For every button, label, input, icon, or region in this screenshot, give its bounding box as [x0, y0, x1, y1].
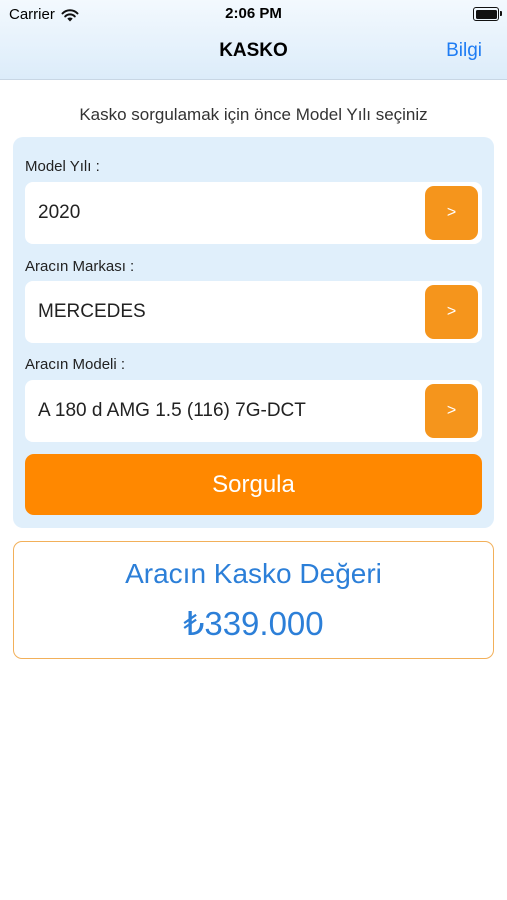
model-select-button[interactable]: > [425, 384, 478, 438]
navigation-bar: Carrier 2:06 PM KASKO Bilgi [0, 0, 507, 80]
brand-select-button[interactable]: > [425, 285, 478, 339]
model-year-label: Model Yılı : [25, 158, 100, 175]
battery-level [475, 9, 497, 19]
brand-value: MERCEDES [38, 301, 146, 322]
page-title: KASKO [219, 40, 288, 61]
model-label: Aracın Modeli : [25, 356, 126, 373]
result-title: Aracın Kasko Değeri [125, 558, 382, 589]
brand-field[interactable]: MERCEDES > [25, 281, 482, 343]
query-form-panel: Model Yılı : 2020 > Aracın Markası : MER… [13, 137, 494, 528]
status-time: 2:06 PM [225, 5, 282, 22]
model-field[interactable]: A 180 d AMG 1.5 (116) 7G-DCT > [25, 380, 482, 442]
model-year-field[interactable]: 2020 > [25, 182, 482, 244]
model-year-value: 2020 [38, 202, 81, 223]
result-value: ₺339.000 [183, 605, 324, 642]
instruction-text: Kasko sorgulamak için önce Model Yılı se… [79, 105, 428, 124]
model-value: A 180 d AMG 1.5 (116) 7G-DCT [38, 400, 306, 421]
battery-full-icon [473, 7, 502, 21]
brand-label: Aracın Markası : [25, 258, 135, 275]
info-button[interactable]: Bilgi [446, 40, 482, 62]
model-year-select-button[interactable]: > [425, 186, 478, 240]
status-bar: Carrier 2:06 PM [0, 0, 507, 28]
result-card: Aracın Kasko Değeri ₺339.000 [13, 541, 494, 659]
query-button[interactable]: Sorgula [25, 454, 482, 515]
